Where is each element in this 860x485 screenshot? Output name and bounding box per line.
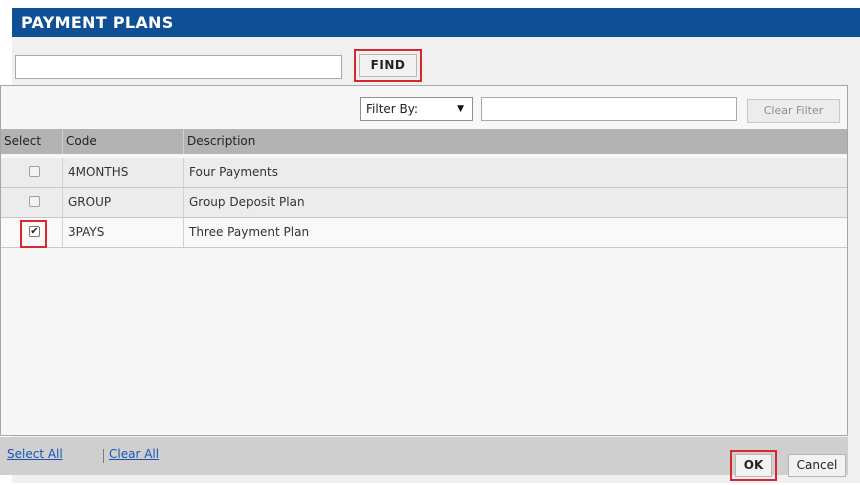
code-cell: 3PAYS [63,218,184,247]
table-row[interactable]: ✔ 3PAYS Three Payment Plan [1,218,847,248]
dropdown-arrow-icon: ▼ [457,104,464,114]
link-separator [103,449,104,463]
filter-text-input[interactable] [481,97,737,121]
description-cell: Group Deposit Plan [189,195,305,209]
dialog-title: PAYMENT PLANS [12,8,860,37]
find-input[interactable] [15,55,342,79]
ok-button[interactable]: OK [735,454,772,477]
description-cell: Three Payment Plan [189,225,310,239]
header-code[interactable]: Code [63,129,184,154]
select-cell [1,188,63,217]
select-all-link[interactable]: Select All [7,447,63,461]
table-row[interactable]: GROUP Group Deposit Plan [1,188,847,218]
table-row[interactable]: 4MONTHS Four Payments [1,158,847,188]
clear-all-link[interactable]: Clear All [109,447,159,461]
checkbox-highlight-box [20,220,47,248]
cancel-button[interactable]: Cancel [788,454,846,477]
code-cell: GROUP [63,188,184,217]
select-cell [1,158,63,187]
row-checkbox[interactable] [29,196,40,207]
row-checkbox[interactable] [29,166,40,177]
header-description[interactable]: Description [184,129,847,154]
header-select[interactable]: Select [1,129,63,154]
filter-by-select[interactable]: Filter By: ▼ [360,97,473,121]
description-cell: Four Payments [189,165,278,179]
code-cell: 4MONTHS [63,158,184,187]
table-header-row: Select Code Description [1,129,847,154]
clear-filter-button[interactable]: Clear Filter [747,99,840,123]
filter-by-label: Filter By: [366,102,419,116]
find-button[interactable]: FIND [359,54,417,77]
